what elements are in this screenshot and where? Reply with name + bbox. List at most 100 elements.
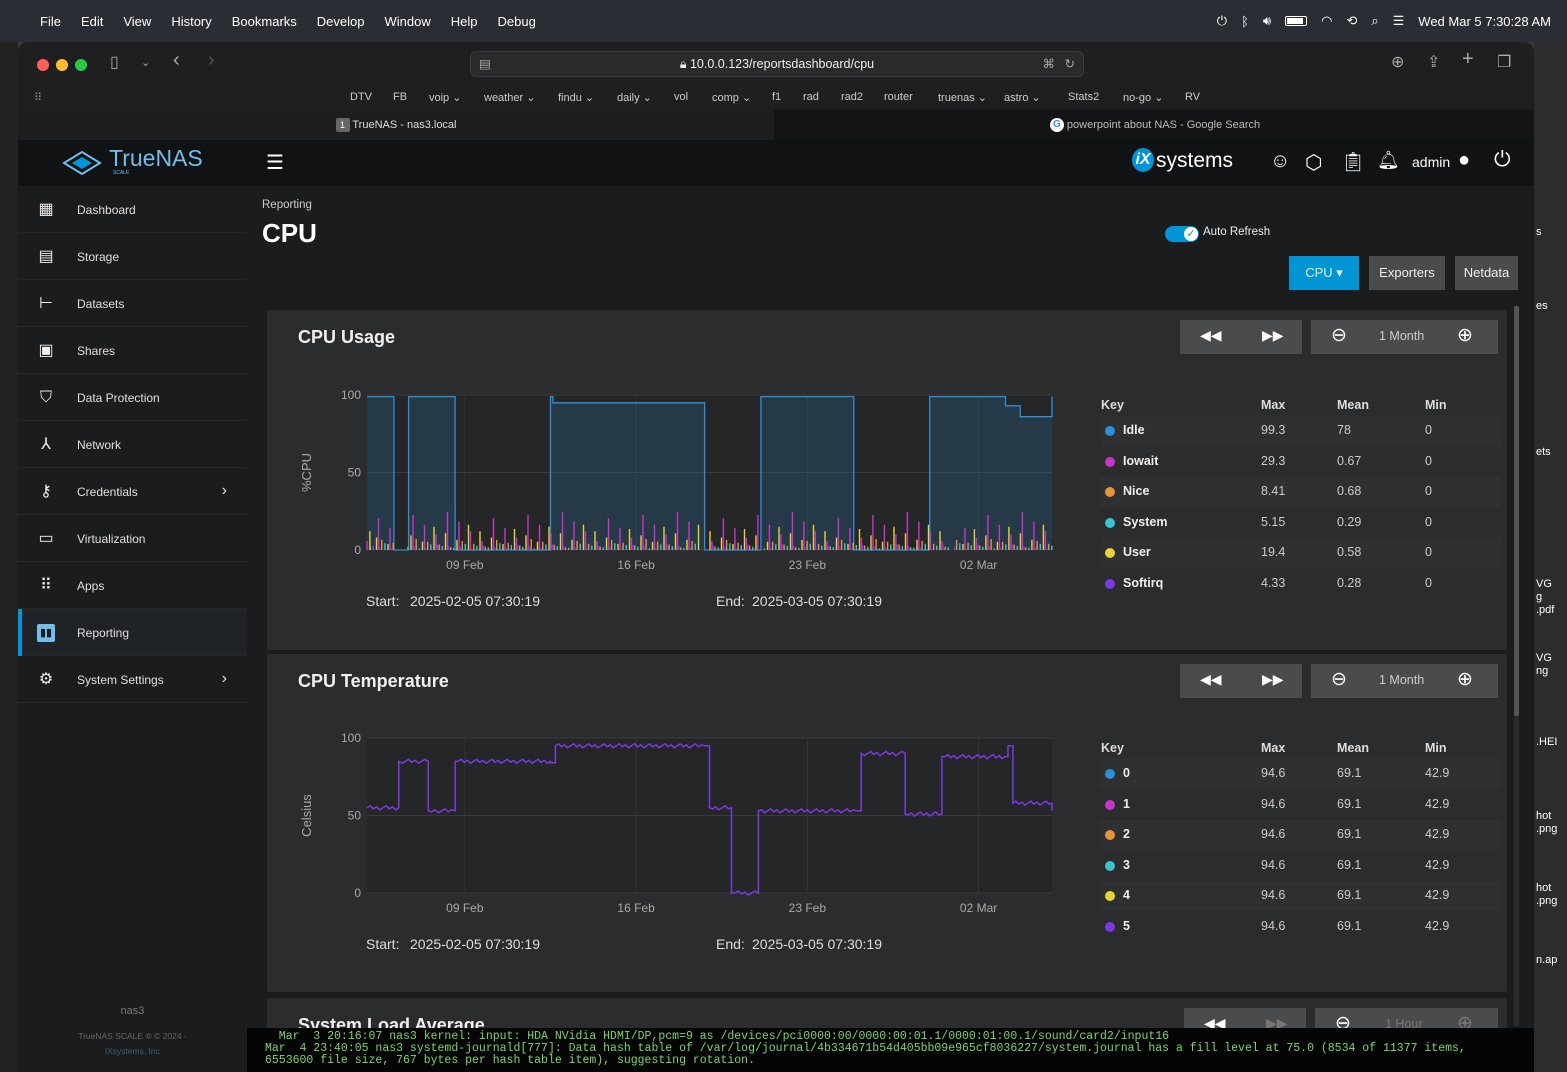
breadcrumb[interactable]: Reporting (262, 199, 312, 211)
sidebar-item-system-settings[interactable]: ⚙ System Settings › (18, 656, 247, 703)
sidebar-item-virtualization[interactable]: ▭ Virtualization (18, 515, 247, 562)
tab-google-search[interactable]: G powerpoint about NAS - Google Search (776, 110, 1534, 140)
legend-row[interactable]: 3 94.6 69.1 42.9 (1101, 851, 1501, 881)
sidebar-item-datasets[interactable]: ⊢ Datasets (18, 280, 247, 327)
truenas-logo-icon[interactable] (62, 150, 102, 176)
bookmark-item[interactable]: router (884, 91, 913, 103)
menu-file[interactable]: File (40, 14, 61, 29)
desktop-file-label[interactable]: hot .png (1536, 810, 1557, 836)
downloads-icon[interactable]: ⊕ (1391, 52, 1404, 72)
legend-row[interactable]: User 19.4 0.58 0 (1101, 538, 1501, 569)
scrollbar-thumb[interactable] (1514, 306, 1519, 716)
legend-row[interactable]: Idle 99.3 78 0 (1101, 416, 1501, 446)
close-window-button[interactable] (37, 59, 49, 71)
bookmark-item[interactable]: voip ⌄ (429, 91, 461, 104)
desktop-file-label[interactable]: hot .png (1536, 882, 1557, 908)
legend-row[interactable]: Nice 8.41 0.68 0 (1101, 477, 1501, 508)
bookmark-item[interactable]: DTV (350, 91, 372, 103)
menu-help[interactable]: Help (451, 14, 478, 29)
cpu-usage-chart[interactable]: 100 50 0 09 Feb 16 Feb 23 Feb 02 Mar %CPU (297, 385, 1057, 575)
bookmark-item[interactable]: f1 (772, 91, 781, 103)
page-settings-icon[interactable]: ▤ (479, 52, 491, 76)
rewind-button[interactable]: ◀◀ (1200, 327, 1222, 344)
menu-history[interactable]: History (171, 14, 211, 29)
new-tab-icon[interactable]: + (1462, 48, 1474, 71)
scrollbar-track[interactable] (1514, 306, 1519, 1026)
sidebar-item-data-protection[interactable]: ⛉ Data Protection (18, 374, 247, 421)
volume-icon[interactable]: 🔊︎ (1263, 13, 1271, 29)
tab-overview-icon[interactable]: ❐ (1497, 52, 1511, 72)
desktop-file-label[interactable]: ets (1536, 446, 1551, 458)
chevron-down-icon[interactable]: ⌄ (141, 56, 150, 69)
tab-truenas[interactable]: 1 TrueNAS - nas3.local (18, 110, 774, 140)
sidebar-item-shares[interactable]: ▣ Shares (18, 327, 247, 374)
menu-bookmarks[interactable]: Bookmarks (232, 14, 297, 29)
desktop-file-label[interactable]: n.ap (1536, 954, 1557, 966)
notifications-bell-icon[interactable]: 🔔︎ (1377, 150, 1400, 171)
time-machine-icon[interactable]: ⟲ (1346, 13, 1357, 29)
username-label[interactable]: admin (1412, 154, 1450, 170)
legend-row[interactable]: 4 94.6 69.1 42.9 (1101, 881, 1501, 912)
wifi-icon[interactable]: ◠ (1321, 13, 1332, 29)
bookmark-item[interactable]: rad2 (841, 91, 863, 103)
bookmark-item[interactable]: daily ⌄ (617, 91, 652, 104)
zoom-in-icon[interactable]: ⊕ (1457, 668, 1473, 691)
menu-window[interactable]: Window (385, 14, 431, 29)
zoom-window-button[interactable] (75, 59, 87, 71)
bookmark-item[interactable]: rad (803, 91, 819, 103)
cpu-temperature-chart[interactable]: 100 50 0 09 Feb 16 Feb 23 Feb 02 Mar Celsius (297, 728, 1057, 918)
rewind-button[interactable]: ◀◀ (1200, 671, 1222, 688)
legend-row[interactable]: System 5.15 0.29 0 (1101, 508, 1501, 538)
sidebar-item-dashboard[interactable]: ▦ Dashboard (18, 186, 247, 233)
fast-forward-button[interactable]: ▶▶ (1262, 671, 1284, 688)
legend-row[interactable]: 2 94.6 69.1 42.9 (1101, 820, 1501, 851)
legend-row[interactable]: 5 94.6 69.1 42.9 (1101, 912, 1501, 942)
menu-develop[interactable]: Develop (317, 14, 365, 29)
sidebar-item-network[interactable]: ⅄ Network (18, 421, 247, 468)
bookmark-item[interactable]: comp ⌄ (712, 91, 751, 104)
legend-row[interactable]: Iowait 29.3 0.67 0 (1101, 447, 1501, 477)
menu-edit[interactable]: Edit (81, 14, 103, 29)
feedback-icon[interactable]: ☺ (1270, 150, 1290, 173)
desktop-file-label[interactable]: es (1536, 300, 1548, 312)
bookmark-item[interactable]: truenas ⌄ (938, 91, 987, 104)
bluetooth-icon[interactable]: ᛒ (1241, 14, 1249, 29)
legend-row[interactable]: 1 94.6 69.1 42.9 (1101, 790, 1501, 820)
company-link[interactable]: iXsystems, Inc (18, 1046, 247, 1056)
bookmark-item[interactable]: astro ⌄ (1004, 91, 1041, 104)
legend-row[interactable]: Softirq 4.33 0.28 0 (1101, 569, 1501, 599)
account-icon[interactable]: ● (1458, 149, 1470, 172)
desktop-file-label[interactable]: VG g .pdf (1536, 578, 1554, 617)
menubar-clock[interactable]: Wed Mar 5 7:30:28 AM (1418, 14, 1551, 29)
bookmarks-grid-icon[interactable]: ⠿ (34, 91, 42, 104)
menu-debug[interactable]: Debug (498, 14, 536, 29)
spotlight-search-icon[interactable]: ⌕ (1371, 13, 1378, 29)
menu-view[interactable]: View (123, 14, 151, 29)
legend-row[interactable]: 0 94.6 69.1 42.9 (1101, 759, 1501, 789)
forward-icon[interactable]: › (208, 49, 215, 72)
desktop-file-label[interactable]: VG ng (1536, 652, 1552, 678)
zoom-out-icon[interactable]: ⊖ (1331, 668, 1347, 691)
power-icon[interactable]: ⏻ (1494, 148, 1511, 172)
bookmark-item[interactable]: FB (393, 91, 407, 103)
jobs-clipboard-icon[interactable]: 📋︎ (1341, 150, 1365, 174)
exporters-button[interactable]: Exporters (1369, 256, 1445, 290)
reload-icon[interactable]: ↻ (1065, 52, 1075, 76)
sidebar-item-storage[interactable]: ▤ Storage (18, 233, 247, 280)
bookmark-item[interactable]: Stats2 (1068, 91, 1099, 103)
desktop-file-label[interactable]: .HEI (1536, 736, 1557, 748)
sidebar-item-reporting[interactable]: ▮▮ Reporting (18, 609, 247, 656)
bookmark-item[interactable]: vol (674, 91, 688, 103)
minimize-window-button[interactable] (56, 59, 68, 71)
bookmark-item[interactable]: no-go ⌄ (1123, 91, 1163, 104)
share-icon[interactable]: ⇪ (1427, 52, 1440, 72)
sidebar-item-credentials[interactable]: ⚷ Credentials › (18, 468, 247, 515)
bookmark-item[interactable]: RV (1185, 91, 1200, 103)
auto-refresh-toggle[interactable]: ✓ (1165, 226, 1199, 242)
report-type-select[interactable]: CPU ▾ (1289, 256, 1359, 290)
control-center-icon[interactable]: ☰ (1393, 13, 1405, 29)
sidebar-item-apps[interactable]: ⠿ Apps (18, 562, 247, 609)
netdata-button[interactable]: Netdata (1455, 256, 1518, 290)
address-bar[interactable]: ▤ 🔒︎ 10.0.0.123/reportsdashboard/cpu ⌘ ↻ (470, 51, 1084, 77)
fast-forward-button[interactable]: ▶▶ (1262, 327, 1284, 344)
